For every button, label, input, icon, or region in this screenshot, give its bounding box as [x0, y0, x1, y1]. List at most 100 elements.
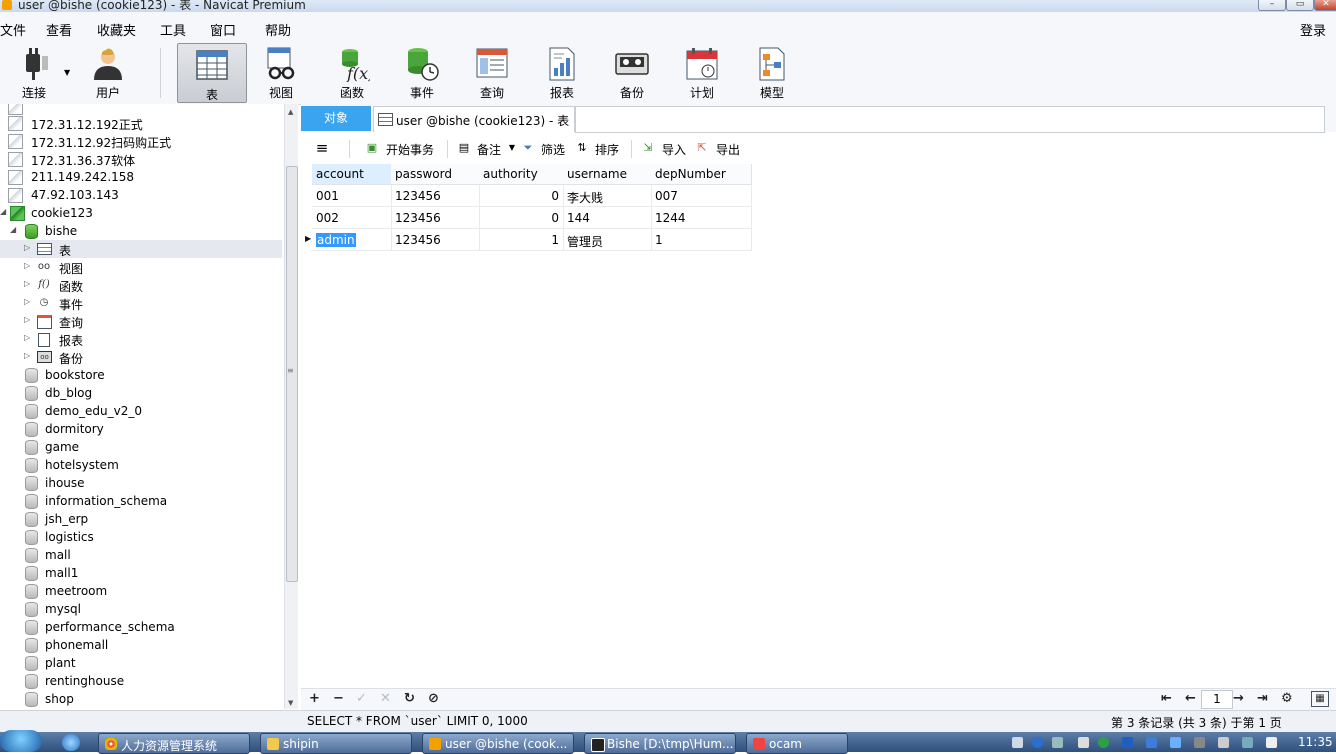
table-cell[interactable]: 144	[563, 207, 652, 229]
column-header-username[interactable]: username	[563, 164, 652, 185]
table-cell[interactable]: 0	[479, 207, 564, 229]
maximize-button[interactable]: ▭	[1286, 0, 1314, 11]
taskbar-item[interactable]: shipin	[260, 733, 412, 754]
toolbar-schedule-button[interactable]: 计划	[668, 42, 736, 102]
table-cell[interactable]: 0	[479, 185, 564, 207]
tree-item-events[interactable]: ▷ ◷ 事件	[0, 294, 282, 312]
toolbar-event-button[interactable]: 事件	[388, 42, 456, 102]
start-button[interactable]	[0, 730, 42, 752]
connect-dropdown-icon[interactable]: ▼	[64, 68, 70, 77]
tree-connection[interactable]: 172.31.12.192正式	[0, 114, 282, 132]
add-record-icon[interactable]: +	[309, 691, 320, 706]
tree-database[interactable]: logistics	[0, 528, 282, 546]
tree-database[interactable]: jsh_erp	[0, 510, 282, 528]
toolbar-model-button[interactable]: 模型	[738, 42, 806, 102]
begin-transaction-button[interactable]: 开始事务	[386, 141, 434, 158]
grid-view-icon[interactable]: ▦	[1311, 691, 1329, 707]
toolbar-user-button[interactable]: 用户	[74, 42, 142, 102]
last-page-icon[interactable]: ⇥	[1257, 691, 1268, 706]
tab-user-table[interactable]: user @bishe (cookie123) - 表	[373, 106, 575, 132]
table-cell[interactable]: 1	[651, 229, 752, 251]
tree-database[interactable]: ihouse	[0, 474, 282, 492]
bluetooth-tray-icon[interactable]	[1122, 737, 1133, 748]
menu-help[interactable]: 帮助	[265, 20, 291, 39]
table-cell[interactable]: 002	[312, 207, 392, 229]
refresh-icon[interactable]: ↻	[404, 691, 415, 706]
tree-connection[interactable]: 211.149.242.158	[0, 168, 282, 186]
tree-database[interactable]: db_blog	[0, 384, 282, 402]
tree-database[interactable]: shop	[0, 690, 282, 708]
table-cell[interactable]: 管理员	[563, 229, 652, 251]
tree-item-backups[interactable]: ▷ oo 备份	[0, 348, 282, 366]
volume-icon[interactable]	[1266, 737, 1277, 748]
next-page-icon[interactable]: →	[1233, 691, 1244, 706]
collapsed-arrow-icon[interactable]: ▷	[24, 351, 30, 360]
discard-changes-icon[interactable]: ✕	[380, 691, 391, 706]
note-dropdown-icon[interactable]: ▼	[505, 141, 519, 155]
menu-favorites[interactable]: 收藏夹	[97, 20, 136, 39]
toolbar-view-button[interactable]: 视图	[247, 42, 315, 102]
expanded-arrow-icon[interactable]: ◢	[10, 225, 16, 234]
filter-button[interactable]: 筛选	[541, 141, 565, 158]
table-cell[interactable]: 001	[312, 185, 392, 207]
prev-page-icon[interactable]: ←	[1185, 691, 1196, 706]
column-header-password[interactable]: password	[391, 164, 480, 185]
column-header-authority[interactable]: authority	[479, 164, 564, 185]
tree-connection[interactable]: 172.31.12.92扫码购正式	[0, 132, 282, 150]
table-cell[interactable]: 123456	[391, 185, 480, 207]
toolbar-query-button[interactable]: 查询	[458, 42, 526, 102]
taskbar-item[interactable]: Bishe [D:\tmp\Hum...	[584, 733, 736, 754]
toolbar-report-button[interactable]: 报表	[528, 42, 596, 102]
toolbar-connect-button[interactable]: 连接	[0, 42, 68, 102]
scroll-up-icon[interactable]: ▲	[288, 108, 293, 116]
scroll-down-icon[interactable]: ▼	[288, 699, 293, 707]
table-cell[interactable]: 123456	[391, 229, 480, 251]
splitter-grip-icon[interactable]: ≡	[287, 366, 294, 375]
tree-database[interactable]: meetroom	[0, 582, 282, 600]
shield-tray-icon[interactable]	[1146, 737, 1157, 748]
column-header-depnumber[interactable]: depNumber	[651, 164, 752, 185]
collapsed-arrow-icon[interactable]: ▷	[24, 315, 30, 324]
page-number-input[interactable]: 1	[1201, 690, 1233, 709]
gear-icon[interactable]: ⚙	[1281, 691, 1293, 706]
collapsed-arrow-icon[interactable]: ▷	[24, 279, 30, 288]
tree-database[interactable]: mall1	[0, 564, 282, 582]
column-header-account[interactable]: account	[312, 164, 392, 185]
collapsed-arrow-icon[interactable]: ▷	[24, 333, 30, 342]
tree-item-functions[interactable]: ▷ f() 函数	[0, 276, 282, 294]
tree-database[interactable]: game	[0, 438, 282, 456]
tree-database[interactable]: performance_schema	[0, 618, 282, 636]
toolbar-table-button[interactable]: 表	[177, 43, 247, 103]
sidebar-scrollbar[interactable]: ▲ ≡ ▼	[284, 104, 298, 709]
menu-view[interactable]: 查看	[46, 20, 72, 39]
tree-database[interactable]: phonemall	[0, 636, 282, 654]
note-button[interactable]: 备注	[477, 141, 501, 158]
tray-icon[interactable]	[1194, 737, 1205, 748]
tree-connection[interactable]: 172.31.36.37软体	[0, 150, 282, 168]
tree-item-reports[interactable]: ▷ 报表	[0, 330, 282, 348]
tree-item-views[interactable]: ▷ oo 视图	[0, 258, 282, 276]
network-tray-icon[interactable]	[1170, 737, 1181, 748]
help-tray-icon[interactable]	[1032, 737, 1043, 748]
tree-database[interactable]: demo_edu_v2_0	[0, 402, 282, 420]
expanded-arrow-icon[interactable]: ◢	[0, 207, 6, 216]
taskbar-item[interactable]: 人力资源管理系统	[98, 733, 250, 754]
wechat-tray-icon[interactable]	[1098, 737, 1109, 748]
import-button[interactable]: 导入	[662, 141, 686, 158]
tab-objects[interactable]: 对象	[301, 106, 371, 131]
tree-database[interactable]: plant	[0, 654, 282, 672]
table-cell[interactable]: 1244	[651, 207, 752, 229]
delete-record-icon[interactable]: −	[333, 691, 344, 706]
table-cell-selected[interactable]: admin	[312, 229, 392, 251]
table-cell[interactable]: 李大贱	[563, 185, 652, 207]
tree-database[interactable]: dormitory	[0, 420, 282, 438]
tree-database[interactable]: rentinghouse	[0, 672, 282, 690]
tree-database[interactable]: hotelsystem	[0, 456, 282, 474]
keyboard-tray-icon[interactable]	[1012, 737, 1023, 748]
collapsed-arrow-icon[interactable]: ▷	[24, 243, 30, 252]
tree-database[interactable]: bookstore	[0, 366, 282, 384]
menu-tools[interactable]: 工具	[160, 20, 186, 39]
collapsed-arrow-icon[interactable]: ▷	[24, 261, 30, 270]
table-cell[interactable]: 1	[479, 229, 564, 251]
first-page-icon[interactable]: ⇤	[1161, 691, 1172, 706]
